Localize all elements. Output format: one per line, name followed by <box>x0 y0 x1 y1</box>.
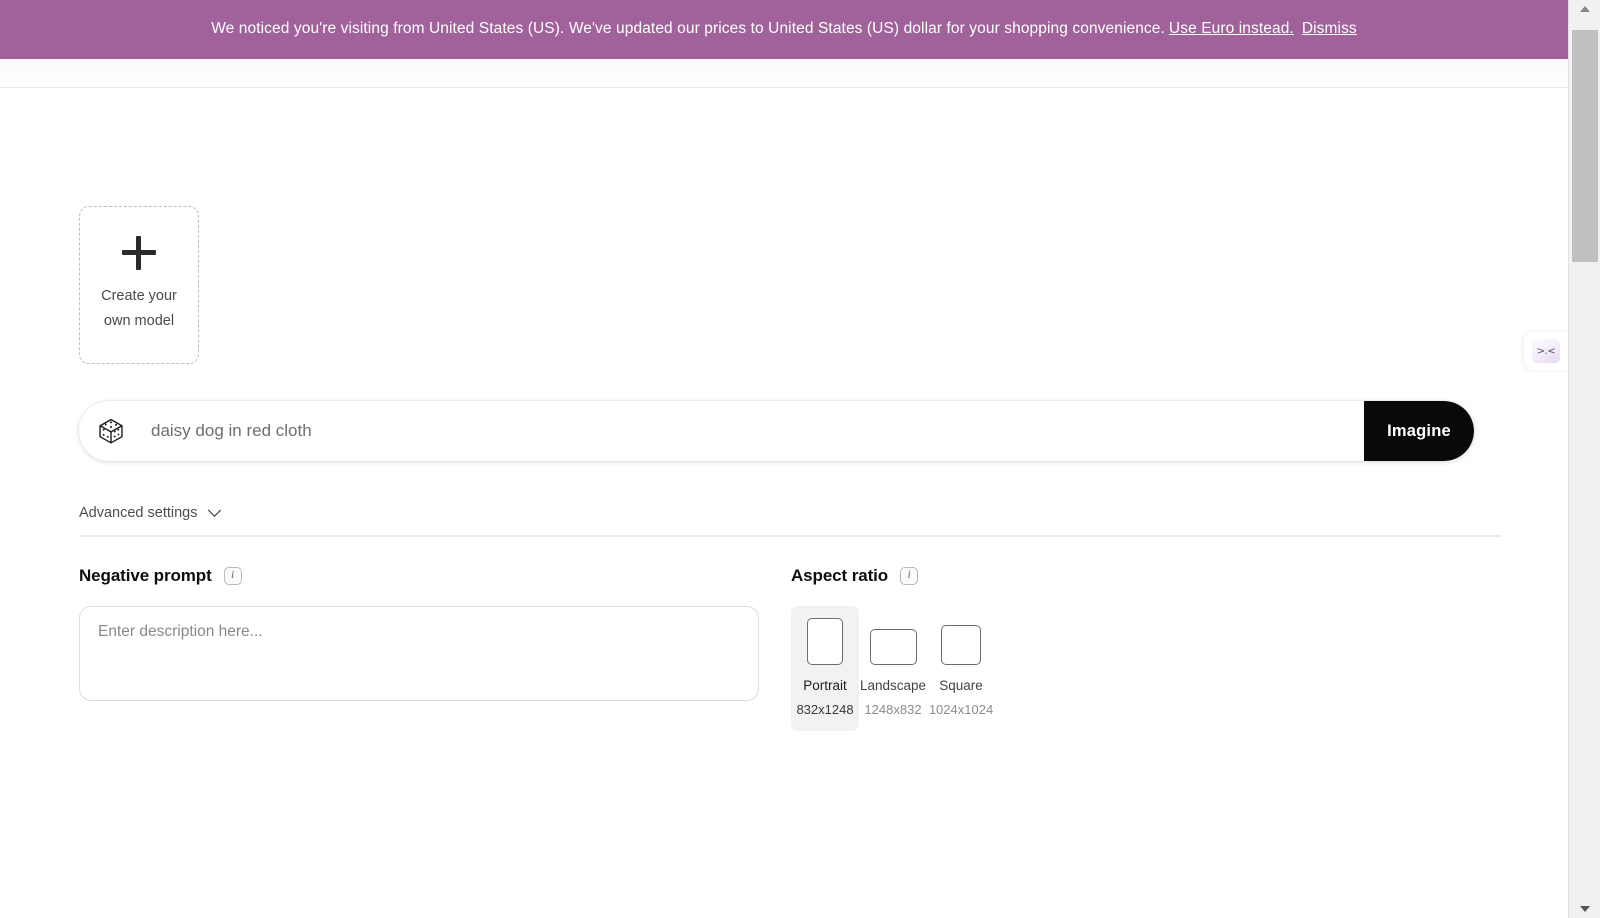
prompt-input[interactable] <box>126 401 1364 461</box>
advanced-settings-panel: Negative prompt i Aspect ratio i Portr <box>79 566 1502 731</box>
scrollbar-thumb[interactable] <box>1572 30 1598 262</box>
negative-prompt-field: Negative prompt i <box>79 566 791 706</box>
aspect-ratio-option-square[interactable]: Square 1024x1024 <box>927 606 995 731</box>
scrollbar-track[interactable] <box>1569 18 1600 900</box>
aspect-ratio-option-portrait[interactable]: Portrait 832x1248 <box>791 606 859 731</box>
info-icon[interactable]: i <box>223 567 242 585</box>
landscape-shape-icon <box>869 629 917 665</box>
page-viewport: mmd We noticed you're visiting from Unit… <box>0 0 1568 918</box>
create-own-model-label: Create your own model <box>101 284 177 335</box>
main-content: Create your own model daisy dog in red c… <box>0 88 1568 731</box>
settings-divider <box>79 535 1502 537</box>
model-picker-row: Create your own model <box>79 88 1502 364</box>
negative-prompt-input[interactable] <box>79 606 759 701</box>
aspect-ratio-dimensions: 1024x1024 <box>928 702 994 717</box>
create-model-line-1: Create your <box>101 287 177 304</box>
currency-notice-message: We noticed you're visiting from United S… <box>211 20 1165 38</box>
advanced-settings-label: Advanced settings <box>79 505 198 521</box>
create-model-line-2: own model <box>103 313 175 329</box>
prompt-bar: Imagine <box>79 401 1474 461</box>
plus-icon <box>122 235 156 270</box>
aspect-ratio-header: Aspect ratio i <box>791 566 1502 586</box>
advanced-settings-toggle[interactable]: Advanced settings <box>79 505 222 521</box>
imagine-button[interactable]: Imagine <box>1364 401 1474 461</box>
content-wrapper: Create your own model daisy dog in red c… <box>0 88 1568 731</box>
chevron-down-icon <box>207 509 221 517</box>
aspect-ratio-name: Landscape <box>859 678 927 693</box>
feedback-side-tab[interactable]: >.< <box>1524 332 1568 370</box>
currency-notice-banner: We noticed you're visiting from United S… <box>0 0 1568 59</box>
negative-prompt-header: Negative prompt i <box>79 566 791 586</box>
aspect-ratio-field: Aspect ratio i Portrait 832x1248 Landsca… <box>791 566 1502 731</box>
square-shape-icon <box>941 625 981 665</box>
dice-icon[interactable] <box>96 416 126 446</box>
negative-prompt-title: Negative prompt <box>79 566 212 585</box>
dismiss-banner-link[interactable]: Dismiss <box>1302 20 1357 37</box>
aspect-ratio-name: Portrait <box>803 678 847 693</box>
aspect-ratio-name: Square <box>939 678 983 693</box>
create-own-model-card[interactable]: Create your own model <box>79 206 199 364</box>
aspect-ratio-dimensions: 832x1248 <box>796 702 854 717</box>
aspect-ratio-option-landscape[interactable]: Landscape 1248x832 <box>859 606 927 731</box>
vertical-scrollbar[interactable] <box>1568 0 1600 918</box>
scroll-down-arrow-icon[interactable] <box>1569 900 1600 918</box>
feedback-face-icon: >.< <box>1532 339 1560 363</box>
aspect-ratio-title: Aspect ratio <box>791 566 889 585</box>
scroll-up-arrow-icon[interactable] <box>1569 0 1600 18</box>
use-euro-link[interactable]: Use Euro instead. <box>1169 20 1294 37</box>
aspect-ratio-dimensions: 1248x832 <box>864 702 922 717</box>
aspect-ratio-options: Portrait 832x1248 Landscape 1248x832 Squ… <box>791 606 1502 731</box>
portrait-shape-icon <box>807 618 843 665</box>
currency-notice-text: We noticed you're visiting from United S… <box>211 20 1357 39</box>
prompt-row: Imagine <box>79 401 1474 461</box>
info-icon[interactable]: i <box>900 567 919 585</box>
